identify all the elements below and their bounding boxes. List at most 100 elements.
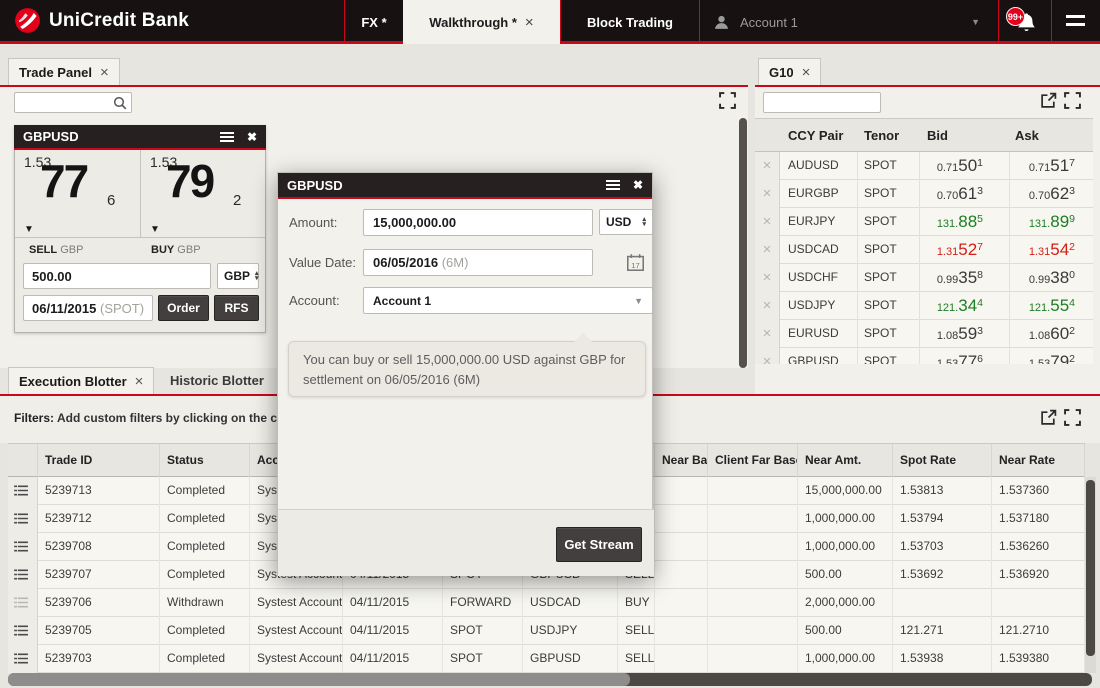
g10-ask-cell[interactable]: 1.31542 <box>1010 236 1093 264</box>
blotter-vertical-scrollbar[interactable] <box>1086 480 1095 656</box>
fullscreen-icon[interactable] <box>1064 92 1081 109</box>
g10-column-header-ask[interactable]: Ask <box>1015 128 1039 143</box>
topbar-tab-walkthrough-label: Walkthrough * <box>429 15 517 30</box>
g10-ask-cell[interactable]: 0.71517 <box>1010 152 1093 180</box>
g10-bid-cell[interactable]: 0.99358 <box>920 264 1010 292</box>
g10-ccy-pair: EURUSD <box>780 320 858 348</box>
chevron-down-icon: ▼ <box>634 296 643 306</box>
dialog-menu-icon[interactable] <box>606 180 620 190</box>
main-menu-button[interactable] <box>1051 0 1100 44</box>
blotter-column-header-near_rate[interactable]: Near Rate <box>992 444 1085 478</box>
order-button[interactable]: Order <box>158 295 209 321</box>
topbar-tab-walkthrough[interactable]: Walkthrough * × <box>403 0 560 44</box>
popout-icon[interactable] <box>1040 92 1057 109</box>
sell-price-frac: 6 <box>107 192 115 209</box>
blotter-cell-trade_id: 5239713 <box>38 477 160 505</box>
row-actions-icon[interactable] <box>8 505 38 533</box>
remove-row-icon[interactable]: × <box>755 348 780 364</box>
blotter-column-header-trade_id[interactable]: Trade ID <box>38 444 160 478</box>
amount-input[interactable]: 500.00 <box>23 263 211 289</box>
dialog-amount-input[interactable]: 15,000,000.00 <box>363 209 593 236</box>
tab-execution-blotter[interactable]: Execution Blotter × <box>8 367 154 394</box>
g10-bid-cell[interactable]: 0.70613 <box>920 180 1010 208</box>
tab-historic-blotter[interactable]: Historic Blotter <box>160 367 274 394</box>
blotter-horizontal-scrollbar[interactable] <box>8 673 630 686</box>
blotter-column-header-icon[interactable] <box>8 444 38 478</box>
blotter-column-header-near_amt[interactable]: Near Amt. <box>798 444 893 478</box>
dialog-value-date-tenor: (6M) <box>442 255 469 270</box>
g10-column-header-pair[interactable]: CCY Pair <box>788 128 843 143</box>
g10-ask-cell[interactable]: 1.08602 <box>1010 320 1093 348</box>
top-bar: UniCredit Bank FX * Walkthrough * × Bloc… <box>0 0 1100 44</box>
blotter-cell-ccy: USDJPY <box>523 617 618 645</box>
topbar-tab-block-trading[interactable]: Block Trading <box>560 0 699 44</box>
instrument-search-input[interactable] <box>14 92 132 113</box>
g10-bid-price: 1.31527 <box>937 244 983 258</box>
g10-column-header-tenor[interactable]: Tenor <box>864 128 899 143</box>
dialog-currency-value: USD <box>606 215 631 229</box>
g10-bid-cell[interactable]: 1.31527 <box>920 236 1010 264</box>
buy-price-tile[interactable]: 1.53 79 2 ▼ <box>141 150 265 238</box>
g10-bid-cell[interactable]: 121.344 <box>920 292 1010 320</box>
rfs-button[interactable]: RFS <box>214 295 259 321</box>
remove-row-icon[interactable]: × <box>755 292 780 320</box>
blotter-column-header-near_base[interactable]: Near Base <box>655 444 708 478</box>
g10-search-input[interactable] <box>763 92 881 113</box>
g10-ask-cell[interactable]: 121.554 <box>1010 292 1093 320</box>
blotter-column-header-spot_rate[interactable]: Spot Rate <box>893 444 992 478</box>
row-actions-icon[interactable] <box>8 477 38 505</box>
widget-close-icon[interactable]: ✖ <box>247 130 257 144</box>
fullscreen-icon[interactable] <box>719 92 736 109</box>
trade-panel-scrollbar[interactable] <box>739 118 747 368</box>
topbar-tab-fx[interactable]: FX * <box>344 0 403 44</box>
fullscreen-icon[interactable] <box>1064 409 1081 426</box>
filters-label: Filters: <box>14 411 54 425</box>
close-icon[interactable]: × <box>100 64 109 81</box>
tab-g10[interactable]: G10 × <box>758 58 821 86</box>
calendar-icon[interactable]: 17 <box>626 253 645 272</box>
sell-price-tile[interactable]: 1.53 77 6 ▼ <box>15 150 140 238</box>
close-icon[interactable]: × <box>525 14 534 31</box>
popout-icon[interactable] <box>1040 409 1057 426</box>
account-dropdown[interactable]: Account 1 ▼ <box>699 0 998 44</box>
g10-column-header-bid[interactable]: Bid <box>927 128 948 143</box>
get-stream-button[interactable]: Get Stream <box>556 527 642 562</box>
application-window: UniCredit Bank FX * Walkthrough * × Bloc… <box>0 0 1100 688</box>
blotter-column-header-status[interactable]: Status <box>160 444 250 478</box>
remove-row-icon[interactable]: × <box>755 180 780 208</box>
remove-row-icon[interactable]: × <box>755 264 780 292</box>
dialog-account-select[interactable]: Account 1 ▼ <box>363 287 653 314</box>
g10-bid-cell[interactable]: 1.53776 <box>920 348 1010 364</box>
row-actions-icon[interactable] <box>8 645 38 673</box>
remove-row-icon[interactable]: × <box>755 208 780 236</box>
widget-menu-icon[interactable] <box>220 132 234 142</box>
g10-ask-cell[interactable]: 131.899 <box>1010 208 1093 236</box>
widget-header: GBPUSD ✖ <box>14 125 266 150</box>
notifications-button[interactable]: 99+ <box>998 0 1051 44</box>
dialog-currency-stepper[interactable]: USD ▴▾ <box>599 209 653 235</box>
dialog-value-date-input[interactable]: 06/05/2016 (6M) <box>363 249 593 276</box>
row-actions-icon[interactable] <box>8 533 38 561</box>
blotter-cell-account: Systest Account <box>250 589 343 617</box>
blotter-column-header-client_far_base[interactable]: Client Far Base <box>708 444 798 478</box>
currency-stepper[interactable]: GBP ▴▾ <box>217 263 259 289</box>
remove-row-icon[interactable]: × <box>755 236 780 264</box>
g10-ask-cell[interactable]: 0.70623 <box>1010 180 1093 208</box>
dialog-header[interactable]: GBPUSD ✖ <box>278 173 652 199</box>
g10-bid-cell[interactable]: 1.08593 <box>920 320 1010 348</box>
tab-trade-panel[interactable]: Trade Panel × <box>8 58 120 86</box>
close-icon[interactable]: × <box>802 64 811 81</box>
dialog-close-icon[interactable]: ✖ <box>633 178 643 192</box>
close-icon[interactable]: × <box>135 373 144 390</box>
g10-ask-cell[interactable]: 0.99380 <box>1010 264 1093 292</box>
g10-bid-cell[interactable]: 0.71501 <box>920 152 1010 180</box>
remove-row-icon[interactable]: × <box>755 152 780 180</box>
g10-ask-cell[interactable]: 1.53792 <box>1010 348 1093 364</box>
row-actions-icon[interactable] <box>8 561 38 589</box>
value-date-input[interactable]: 06/11/2015 (SPOT) <box>23 295 153 321</box>
g10-bid-cell[interactable]: 131.885 <box>920 208 1010 236</box>
row-actions-icon[interactable] <box>8 617 38 645</box>
blotter-cell-tenor: FORWARD <box>443 589 523 617</box>
remove-row-icon[interactable]: × <box>755 320 780 348</box>
g10-tenor: SPOT <box>858 236 920 264</box>
